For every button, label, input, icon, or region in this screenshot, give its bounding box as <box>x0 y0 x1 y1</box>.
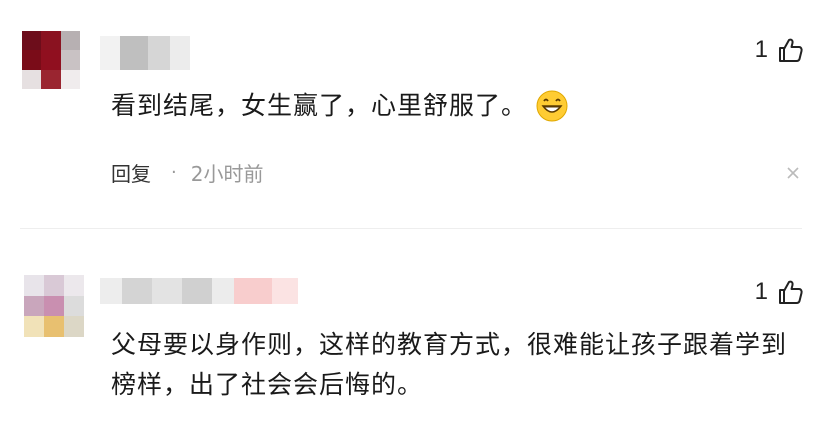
grin-icon <box>536 90 568 122</box>
separator-dot: · <box>171 162 177 183</box>
username-blurred[interactable] <box>100 278 298 304</box>
comment-text-row: 看到结尾，女生赢了，心里舒服了。 <box>111 86 802 126</box>
close-icon[interactable] <box>786 166 800 180</box>
like-count: 1 <box>754 278 768 305</box>
reply-link[interactable]: 回复 <box>111 158 151 187</box>
like-button[interactable]: 1 <box>755 36 804 64</box>
comment-text: 看到结尾，女生赢了，心里舒服了。 <box>111 91 528 120</box>
like-button[interactable]: 1 <box>755 278 804 306</box>
avatar[interactable] <box>22 31 80 89</box>
comment-meta: 回复 · 2小时前 <box>111 158 263 187</box>
like-count: 1 <box>754 36 768 63</box>
comment-text: 父母要以身作则，这样的教育方式，很难能让孩子跟着学到榜样，出了社会会后悔的。 <box>111 330 788 399</box>
avatar[interactable] <box>24 275 84 337</box>
divider <box>20 228 802 229</box>
username-blurred[interactable] <box>100 36 190 70</box>
thumbs-up-icon[interactable] <box>776 278 804 306</box>
thumbs-up-icon[interactable] <box>776 36 804 64</box>
timestamp: 2小时前 <box>190 162 264 186</box>
comment-item: 1 看到结尾，女生赢了，心里舒服了。 回复 · 2小时前 <box>0 0 822 222</box>
comment-item: 1 父母要以身作则，这样的教育方式，很难能让孩子跟着学到榜样，出了社会会后悔的。 <box>0 260 822 430</box>
